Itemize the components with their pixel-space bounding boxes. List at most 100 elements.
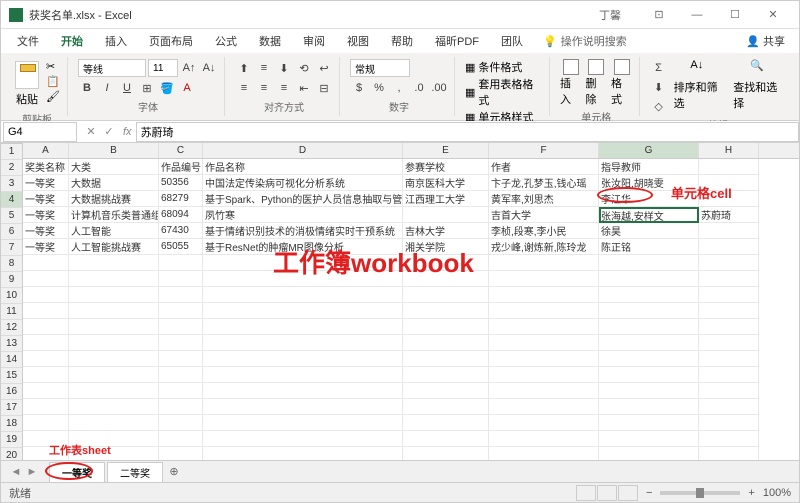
cell[interactable]: 人工智能挑战赛 [69, 239, 159, 255]
row-header-11[interactable]: 11 [1, 304, 22, 320]
border-button[interactable]: ⊞ [138, 79, 156, 97]
cell[interactable] [69, 367, 159, 383]
align-center-button[interactable]: ≡ [255, 79, 273, 97]
cell[interactable]: 张汝阳,胡晓雯 [599, 175, 699, 191]
view-normal-button[interactable] [576, 485, 596, 501]
cell[interactable] [159, 415, 203, 431]
cell[interactable]: 李江华 [599, 191, 699, 207]
cell[interactable] [203, 447, 403, 460]
cell[interactable]: 基于ResNet的肿瘤MR图像分析 [203, 239, 403, 255]
fx-icon[interactable]: fx [123, 126, 132, 138]
cell[interactable] [489, 431, 599, 447]
cell[interactable] [599, 399, 699, 415]
cell[interactable]: 李桢,段寒,李小民 [489, 223, 599, 239]
cell[interactable]: 68279 [159, 191, 203, 207]
cut-button[interactable]: ✂ [45, 59, 61, 73]
cancel-edit-button[interactable]: ✕ [83, 124, 99, 140]
column-header-H[interactable]: H [699, 143, 759, 158]
minimize-button[interactable]: — [679, 3, 715, 27]
cell[interactable] [599, 447, 699, 460]
cell[interactable] [159, 351, 203, 367]
zoom-in-button[interactable]: + [748, 487, 754, 499]
cell[interactable] [403, 399, 489, 415]
row-header-14[interactable]: 14 [1, 352, 22, 368]
font-size-combo[interactable]: 11 [148, 59, 178, 77]
decrease-indent-button[interactable]: ⇤ [295, 79, 313, 97]
cell[interactable]: 张海越,安样文 [599, 207, 699, 223]
cell[interactable] [403, 255, 489, 271]
tab-help[interactable]: 帮助 [381, 30, 423, 52]
sheet-nav-prev[interactable]: ◄ [9, 465, 23, 479]
cell[interactable] [489, 303, 599, 319]
italic-button[interactable]: I [98, 79, 116, 97]
currency-button[interactable]: $ [350, 79, 368, 97]
cell[interactable] [489, 255, 599, 271]
cell[interactable]: 大数据 [69, 175, 159, 191]
zoom-out-button[interactable]: − [646, 487, 652, 499]
sheet-tab-1[interactable]: 一等奖 [49, 462, 105, 482]
tab-review[interactable]: 审阅 [293, 30, 335, 52]
cell[interactable]: 50356 [159, 175, 203, 191]
row-header-19[interactable]: 19 [1, 432, 22, 448]
cell[interactable] [403, 319, 489, 335]
cell[interactable]: 指导教师 [599, 159, 699, 175]
cell[interactable] [599, 255, 699, 271]
column-header-F[interactable]: F [489, 143, 599, 158]
add-sheet-button[interactable]: ⊕ [165, 463, 183, 481]
cell[interactable] [69, 271, 159, 287]
row-header-8[interactable]: 8 [1, 256, 22, 272]
cell[interactable] [699, 335, 759, 351]
column-header-B[interactable]: B [69, 143, 159, 158]
cell[interactable] [159, 335, 203, 351]
cell[interactable]: 夙竹寒 [203, 207, 403, 223]
formula-bar[interactable]: 苏蔚琦 [136, 122, 799, 142]
tab-team[interactable]: 团队 [491, 30, 533, 52]
cell[interactable]: 一等奖 [23, 239, 69, 255]
cell[interactable] [69, 303, 159, 319]
cell[interactable]: 作者 [489, 159, 599, 175]
cell[interactable] [403, 431, 489, 447]
orientation-button[interactable]: ⟲ [295, 59, 313, 77]
cell[interactable]: 人工智能 [69, 223, 159, 239]
cell[interactable] [159, 383, 203, 399]
cell[interactable]: 作品名称 [203, 159, 403, 175]
cell[interactable] [69, 399, 159, 415]
align-left-button[interactable]: ≡ [235, 79, 253, 97]
cell[interactable] [23, 319, 69, 335]
cell[interactable] [489, 319, 599, 335]
cell[interactable] [699, 399, 759, 415]
cell[interactable] [699, 223, 759, 239]
wrap-text-button[interactable]: ↩ [315, 59, 333, 77]
row-header-16[interactable]: 16 [1, 384, 22, 400]
cell[interactable]: 吉首大学 [489, 207, 599, 223]
cell[interactable] [203, 351, 403, 367]
cell[interactable]: 基于情绪识别技术的消极情绪实时干预系统 [203, 223, 403, 239]
cell[interactable] [699, 175, 759, 191]
cell[interactable]: 基于Spark、Python的医护人员信息抽取与管理 [203, 191, 403, 207]
tab-data[interactable]: 数据 [249, 30, 291, 52]
column-header-D[interactable]: D [203, 143, 403, 158]
cell[interactable]: 戎少峰,谢炼新,陈玲龙 [489, 239, 599, 255]
cell[interactable] [403, 383, 489, 399]
align-middle-button[interactable]: ≡ [255, 59, 273, 77]
cell[interactable]: 徐昊 [599, 223, 699, 239]
cell[interactable]: 一等奖 [23, 207, 69, 223]
cell[interactable] [203, 335, 403, 351]
cell[interactable] [599, 367, 699, 383]
cell[interactable] [599, 319, 699, 335]
cells-container[interactable]: 奖类名称大类作品编号作品名称参赛学校作者指导教师一等奖大数据50356中国法定传… [23, 159, 799, 460]
cell[interactable] [23, 271, 69, 287]
format-table-button[interactable]: ▦套用表格格式 [465, 76, 543, 108]
cell[interactable]: 苏蔚琦 [699, 207, 759, 223]
cell[interactable] [489, 287, 599, 303]
cell[interactable]: 中国法定传染病可视化分析系统 [203, 175, 403, 191]
cell[interactable] [699, 271, 759, 287]
fill-color-button[interactable]: 🪣 [158, 79, 176, 97]
cell[interactable] [23, 367, 69, 383]
cell[interactable]: 奖类名称 [23, 159, 69, 175]
cell[interactable] [403, 271, 489, 287]
row-header-20[interactable]: 20 [1, 448, 22, 460]
cell[interactable] [699, 319, 759, 335]
cell[interactable] [23, 399, 69, 415]
row-header-7[interactable]: 7 [1, 240, 22, 256]
